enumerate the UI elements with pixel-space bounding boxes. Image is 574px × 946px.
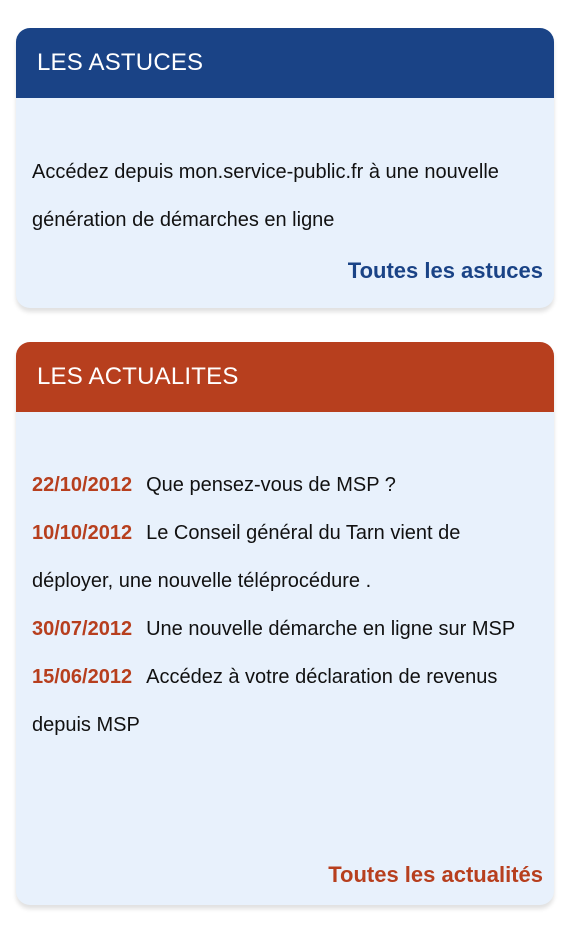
actualites-panel: LES ACTUALITES 22/10/2012 Que pensez-vous… bbox=[16, 342, 554, 905]
astuces-body: Accédez depuis mon.service-public.fr à u… bbox=[16, 148, 554, 244]
news-item[interactable]: 15/06/2012 Accédez à votre déclaration de… bbox=[32, 653, 538, 749]
news-date: 15/06/2012 bbox=[32, 666, 133, 688]
actualites-title: LES ACTUALITES bbox=[37, 363, 239, 390]
news-list: 22/10/2012 Que pensez-vous de MSP ? 10/10… bbox=[32, 461, 538, 749]
astuces-header: LES ASTUCES bbox=[16, 28, 554, 98]
news-date: 30/07/2012 bbox=[32, 618, 133, 640]
all-actualites-link[interactable]: Toutes les actualités bbox=[328, 862, 543, 888]
actualites-body: 22/10/2012 Que pensez-vous de MSP ? 10/10… bbox=[16, 461, 554, 749]
astuce-text[interactable]: Accédez depuis mon.service-public.fr à u… bbox=[32, 148, 538, 244]
news-date: 22/10/2012 bbox=[32, 474, 133, 496]
astuces-panel: LES ASTUCES Accédez depuis mon.service-p… bbox=[16, 28, 554, 308]
actualites-header: LES ACTUALITES bbox=[16, 342, 554, 412]
astuces-title: LES ASTUCES bbox=[37, 49, 204, 76]
all-astuces-link[interactable]: Toutes les astuces bbox=[348, 258, 543, 284]
news-date: 10/10/2012 bbox=[32, 522, 133, 544]
news-item[interactable]: 22/10/2012 Que pensez-vous de MSP ? bbox=[32, 461, 538, 509]
news-item[interactable]: 10/10/2012 Le Conseil général du Tarn vie… bbox=[32, 509, 538, 605]
news-item[interactable]: 30/07/2012 Une nouvelle démarche en ligne… bbox=[32, 605, 538, 653]
news-text: Une nouvelle démarche en ligne sur MSP bbox=[146, 618, 516, 640]
news-text: Que pensez-vous de MSP ? bbox=[146, 474, 396, 496]
